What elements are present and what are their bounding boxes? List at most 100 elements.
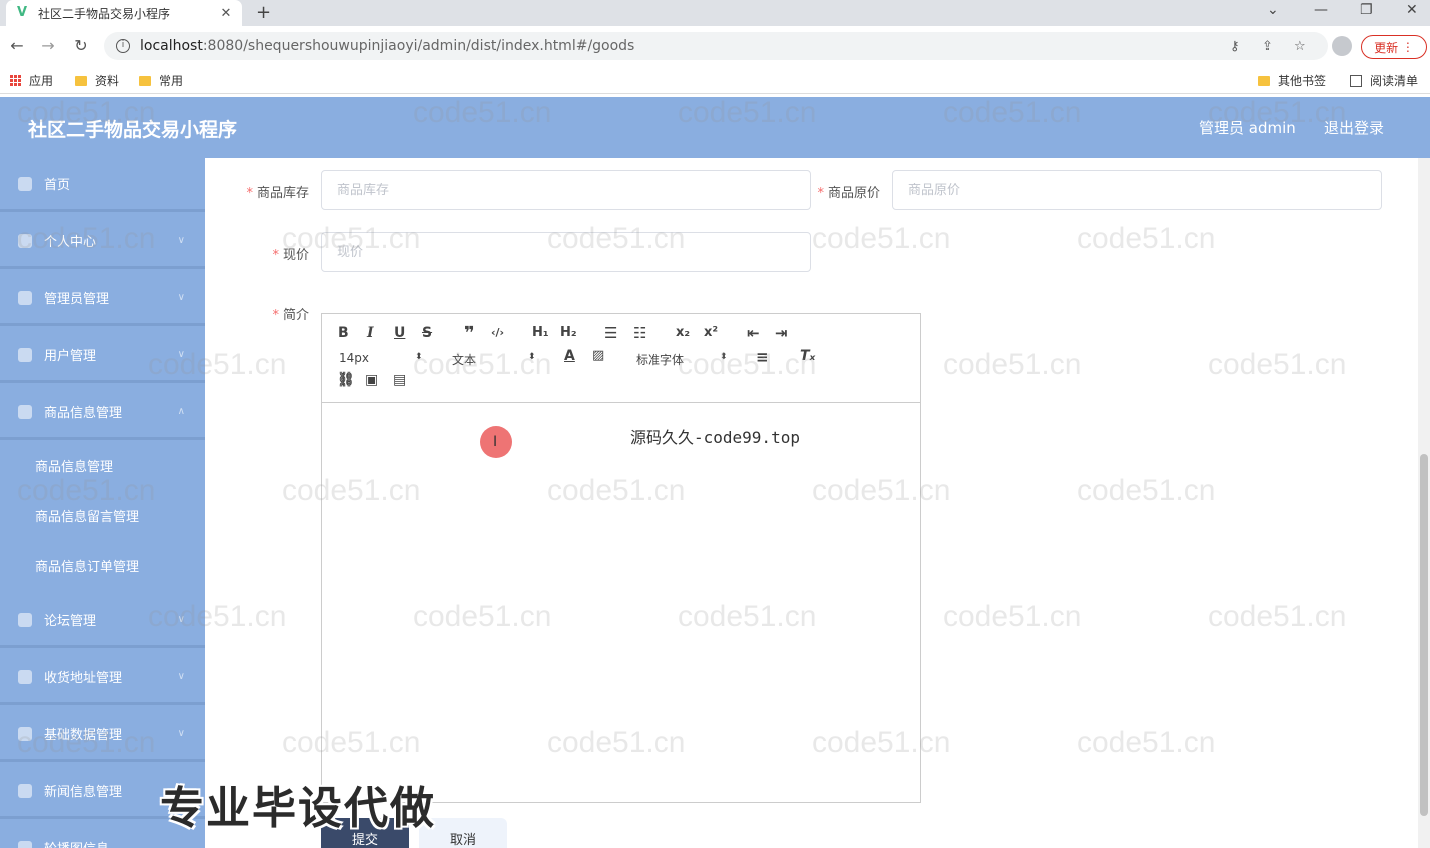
sidebar-item-users[interactable]: 用户管理 ∨: [0, 329, 205, 383]
current-price-input[interactable]: [321, 232, 811, 272]
font-family-value: 标准字体: [636, 353, 685, 367]
intro-label-text: 简介: [282, 308, 309, 323]
sidebar-item-label: 管理员管理: [44, 292, 110, 307]
original-price-field[interactable]: [908, 182, 1381, 198]
current-price-field[interactable]: [337, 244, 810, 260]
sidebar-item-label: 用户管理: [44, 349, 97, 364]
select-arrow-icon: ⬍: [528, 352, 536, 362]
sidebar-subitem-label: 商品信息订单管理: [35, 559, 140, 575]
reload-icon[interactable]: ↻: [71, 36, 91, 55]
info-icon[interactable]: i: [116, 39, 130, 53]
code-block-icon[interactable]: ‹/›: [491, 326, 504, 339]
sidebar-subitem-goods-comments[interactable]: 商品信息留言管理: [0, 490, 205, 540]
sidebar-item-label: 论坛管理: [44, 614, 97, 629]
grid-icon: [18, 669, 32, 684]
chevron-down-icon: ∨: [177, 671, 185, 682]
sidebar-subitem-goods-orders[interactable]: 商品信息订单管理: [0, 540, 205, 590]
outdent-icon[interactable]: ⇤: [747, 324, 760, 342]
sidebar-subitem-label: 商品信息留言管理: [35, 509, 140, 525]
sidebar-item-admin[interactable]: 管理员管理 ∨: [0, 272, 205, 326]
original-price-label-text: 商品原价: [827, 186, 880, 201]
sidebar-subitem-goods[interactable]: 商品信息管理: [0, 440, 205, 490]
background-color-icon[interactable]: ▨: [592, 348, 604, 363]
superscript-icon[interactable]: x²: [704, 325, 718, 340]
address-bar[interactable]: i localhost:8080/shequershouwupinjiaoyi/…: [104, 32, 1328, 60]
ordered-list-icon[interactable]: ☰: [604, 324, 617, 342]
link-icon[interactable]: ⛓: [337, 372, 355, 388]
sidebar-item-basic-data[interactable]: 基础数据管理 ∨: [0, 708, 205, 762]
flag-icon: [18, 726, 32, 741]
bold-icon[interactable]: B: [338, 325, 349, 341]
tab-search-icon[interactable]: ⌄: [1267, 2, 1279, 18]
bookmark-label: 应用: [29, 74, 54, 88]
scrollbar-thumb[interactable]: [1420, 454, 1428, 816]
chevron-down-icon: ∨: [177, 292, 185, 303]
stock-label-text: 商品库存: [256, 186, 309, 201]
minimize-icon[interactable]: —: [1314, 2, 1328, 18]
image-icon[interactable]: ▣: [365, 372, 378, 388]
sidebar-item-goods[interactable]: 商品信息管理 ∧: [0, 386, 205, 440]
list-icon: [18, 612, 32, 627]
chevron-down-icon: ∨: [177, 235, 185, 246]
browser-toolbar: ← → ↻ i localhost:8080/shequershouwupinj…: [0, 26, 1430, 66]
underline-icon[interactable]: U: [394, 325, 405, 341]
stock-field[interactable]: [337, 182, 810, 198]
restore-icon[interactable]: ❐: [1360, 2, 1373, 18]
close-window-icon[interactable]: ✕: [1406, 2, 1418, 18]
blockquote-icon[interactable]: ❞: [464, 323, 475, 344]
editor-body[interactable]: 源码久久-code99.top: [322, 404, 920, 802]
font-color-icon[interactable]: A: [564, 348, 575, 364]
logout-link[interactable]: 退出登录: [1324, 117, 1384, 138]
header-user: 管理员 admin: [1199, 119, 1296, 137]
key-icon[interactable]: ⚷: [1230, 39, 1240, 54]
current-price-label-text: 现价: [282, 248, 309, 263]
editor-toolbar: B I U S ❞ ‹/› H₁ H₂ ☰ ☷ x₂ x² ⇤ ⇥ 14px ⬍ …: [322, 314, 920, 403]
page-scrollbar[interactable]: [1418, 158, 1430, 848]
sidebar-item-home[interactable]: 首页: [0, 158, 205, 212]
bookmark-apps[interactable]: 应用: [10, 72, 53, 89]
intro-label: * 简介: [243, 304, 309, 323]
font-size-value: 14px: [339, 351, 369, 365]
sidebar-item-label: 基础数据管理: [44, 728, 123, 743]
back-icon[interactable]: ←: [7, 36, 27, 55]
font-size-select[interactable]: 14px ⬍: [339, 351, 425, 367]
indent-icon[interactable]: ⇥: [775, 324, 788, 342]
folder-icon: [139, 75, 151, 86]
font-family-select[interactable]: 标准字体 ⬍: [636, 351, 730, 367]
clear-format-icon[interactable]: Tₓ: [800, 348, 815, 364]
text-cursor-icon: I: [493, 434, 498, 450]
sidebar-item-label: 收货地址管理: [44, 671, 123, 686]
bookmark-folder[interactable]: 常用: [139, 72, 183, 89]
share-icon[interactable]: ⇪: [1262, 39, 1273, 54]
sidebar-item-profile[interactable]: 个人中心 ∨: [0, 215, 205, 269]
sidebar-item-forum[interactable]: 论坛管理 ∨: [0, 594, 205, 648]
italic-icon[interactable]: I: [367, 325, 374, 341]
app-header: 社区二手物品交易小程序 管理员 admin 退出登录: [0, 97, 1430, 158]
star-icon[interactable]: ☆: [1294, 39, 1306, 54]
forward-icon[interactable]: →: [38, 36, 58, 55]
bookmark-folder[interactable]: 资料: [75, 72, 119, 89]
heading2-icon[interactable]: H₂: [560, 325, 577, 340]
bullet-list-icon[interactable]: ☷: [633, 324, 646, 342]
required-mark: *: [817, 186, 824, 201]
url-path: :8080/shequershouwupinjiaoyi/admin/dist/…: [202, 38, 635, 54]
subscript-icon[interactable]: x₂: [676, 325, 690, 340]
align-icon[interactable]: ≡: [756, 348, 769, 366]
user-icon: [18, 404, 32, 419]
strikethrough-icon[interactable]: S: [422, 325, 432, 341]
close-tab-icon[interactable]: ✕: [218, 6, 234, 21]
bookmark-reading-list[interactable]: 阅读清单: [1350, 72, 1418, 89]
bookmark-other[interactable]: 其他书签: [1258, 72, 1326, 89]
heading1-icon[interactable]: H₁: [532, 325, 549, 340]
paragraph-select[interactable]: 文本 ⬍: [452, 351, 538, 367]
original-price-input[interactable]: [892, 170, 1382, 210]
new-tab-icon[interactable]: +: [256, 2, 271, 23]
original-price-label: * 商品原价: [812, 182, 880, 201]
select-arrow-icon: ⬍: [720, 352, 728, 362]
stock-input[interactable]: [321, 170, 811, 210]
update-button[interactable]: 更新 ⋮: [1361, 35, 1427, 59]
sidebar-item-address[interactable]: 收货地址管理 ∨: [0, 651, 205, 705]
browser-tab[interactable]: V 社区二手物品交易小程序 ✕: [6, 0, 242, 26]
video-icon[interactable]: ▤: [393, 372, 406, 388]
profile-avatar[interactable]: [1332, 36, 1352, 56]
